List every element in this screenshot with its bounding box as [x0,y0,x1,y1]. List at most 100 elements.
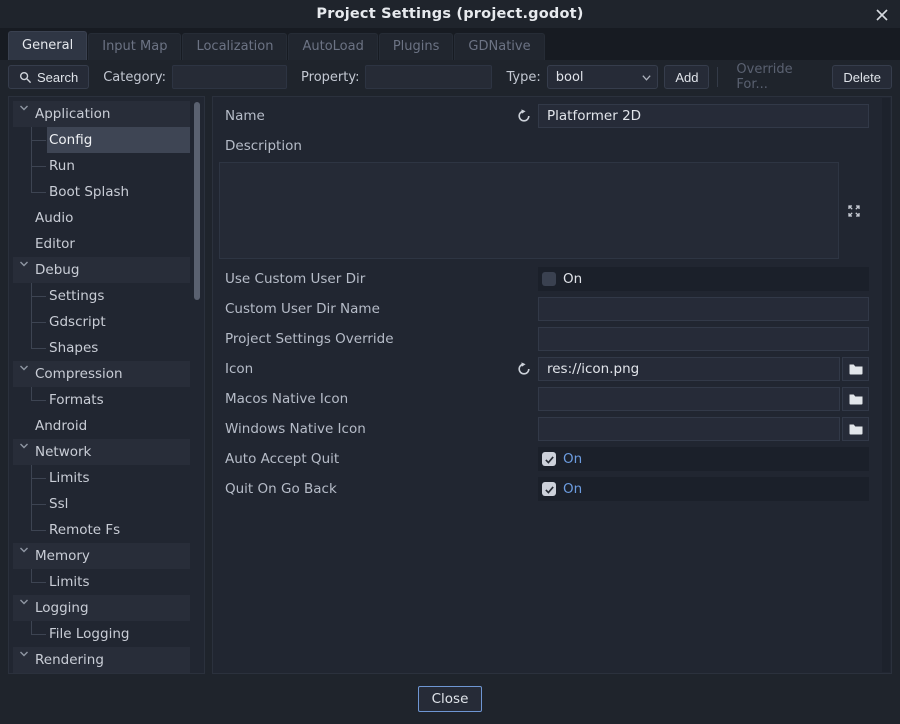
description-editor [219,162,869,259]
property-label: Name [219,108,538,124]
sidebar-item-label: Audio [35,210,73,226]
tab-general[interactable]: General [8,31,87,60]
property-value-name: Platformer 2D [538,104,869,128]
tree-line [31,504,46,505]
quit-on-go-back-checkbox[interactable]: On [538,477,869,501]
tree-line [31,517,32,530]
icon-input[interactable]: res://icon.png [538,357,840,381]
sidebar-item-compression[interactable]: Compression [13,361,190,387]
property-row-quit-on-go-back: Quit On Go BackOn [219,474,869,504]
tree-line [31,569,32,582]
sidebar-item-limits[interactable]: Limits [13,465,190,491]
sidebar-item-network[interactable]: Network [13,439,190,465]
sidebar-item-label: Shapes [49,340,98,356]
property-row-use-custom-user-dir: Use Custom User DirOn [219,264,869,294]
search-button[interactable]: Search [8,65,89,89]
chevron-down-icon [18,648,30,660]
property-row-macos-native-icon: Macos Native Icon [219,384,869,414]
sidebar-item-label: Network [35,444,91,460]
description-expand-column [839,162,869,259]
sidebar-item-remote-fs[interactable]: Remote Fs [13,517,190,543]
sidebar-item-boot-splash[interactable]: Boot Splash [13,179,190,205]
sidebar-item-logging[interactable]: Logging [13,595,190,621]
tab-autoload[interactable]: AutoLoad [288,33,377,60]
revert-icon[interactable] [516,108,532,124]
add-button[interactable]: Add [664,65,709,89]
sidebar-item-shapes[interactable]: Shapes [13,335,190,361]
sidebar-item-label: Remote Fs [49,522,120,538]
sidebar-item-label: Boot Splash [49,184,129,200]
sidebar-item-label: Gdscript [49,314,106,330]
sidebar-item-settings[interactable]: Settings [13,283,190,309]
property-input[interactable] [365,65,492,89]
category-label: Category: [103,70,166,85]
property-value-auto-accept-quit: On [538,447,869,471]
expand-icon[interactable] [846,203,862,219]
auto-accept-quit-checkbox[interactable]: On [538,447,869,471]
sidebar-item-android[interactable]: Android [13,413,190,439]
use-custom-user-dir-checkbox[interactable]: On [538,267,869,291]
tab-input-map[interactable]: Input Map [88,33,181,60]
property-row-description: Description [219,131,869,161]
tab-gdnative[interactable]: GDNative [454,33,544,60]
sidebar-item-memory[interactable]: Memory [13,543,190,569]
macos-native-icon-input[interactable] [538,387,840,411]
sidebar-item-audio[interactable]: Audio [13,205,190,231]
tree-line [31,582,46,583]
sidebar-item-debug[interactable]: Debug [13,257,190,283]
sidebar-item-formats[interactable]: Formats [13,387,190,413]
settings-tree: Application ConfigRun Boot Splash Audio Edit… [9,97,204,673]
tree-line [31,400,46,401]
sidebar-item-config[interactable]: Config [13,127,190,153]
tree-line [31,478,46,479]
name-input[interactable]: Platformer 2D [538,104,869,128]
windows-native-icon-input[interactable] [538,417,840,441]
window-title: Project Settings (project.godot) [316,6,583,22]
sidebar-item-ssl[interactable]: Ssl [13,491,190,517]
sidebar-item-label: Limits [49,470,90,486]
type-select[interactable]: bool [547,65,659,89]
tab-plugins[interactable]: Plugins [379,33,454,60]
sidebar-item-application[interactable]: Application [13,101,190,127]
tree-line [31,387,32,400]
folder-icon[interactable] [842,417,869,441]
type-select-value: bool [556,70,584,85]
sidebar-item-file-logging[interactable]: File Logging [13,621,190,647]
folder-icon[interactable] [842,357,869,381]
sidebar-item-run[interactable]: Run [13,153,190,179]
tree-line [31,192,46,193]
folder-icon[interactable] [842,387,869,411]
properties-list: NamePlatformer 2D Description Use Custom U… [219,101,877,504]
tree-line [31,296,46,297]
tab-localization[interactable]: Localization [182,33,287,60]
chevron-down-icon [18,258,30,270]
sidebar-item-editor[interactable]: Editor [13,231,190,257]
sidebar-item-gdscript[interactable]: Gdscript [13,309,190,335]
revert-icon[interactable] [516,361,532,377]
tree-line [31,140,46,141]
property-label: Icon [219,361,538,377]
close-button[interactable]: Close [418,686,483,712]
tree-line [31,530,46,531]
toolbar: Search Category: Property: Type: bool Ad… [0,60,900,94]
category-input[interactable] [172,65,287,89]
type-label: Type: [506,70,540,85]
chevron-down-icon [18,102,30,114]
sidebar-item-rendering[interactable]: Rendering [13,647,190,673]
chevron-down-icon [641,72,652,87]
tree-line [31,634,46,635]
sidebar-scrollbar[interactable] [194,102,200,300]
custom-user-dir-name-input[interactable] [538,297,869,321]
property-value-custom-user-dir-name [538,297,869,321]
delete-button[interactable]: Delete [832,65,892,89]
tree-line [31,322,46,323]
description-textarea[interactable] [219,162,839,259]
main-scrollbar-track[interactable] [882,98,890,672]
sidebar-item-label: Formats [49,392,104,408]
project-settings-override-input[interactable] [538,327,869,351]
properties-panel: NamePlatformer 2D Description Use Custom U… [212,96,892,674]
property-row-windows-native-icon: Windows Native Icon [219,414,869,444]
sidebar-item-label: Application [35,106,110,122]
sidebar-item-limits[interactable]: Limits [13,569,190,595]
close-icon[interactable] [875,8,889,22]
